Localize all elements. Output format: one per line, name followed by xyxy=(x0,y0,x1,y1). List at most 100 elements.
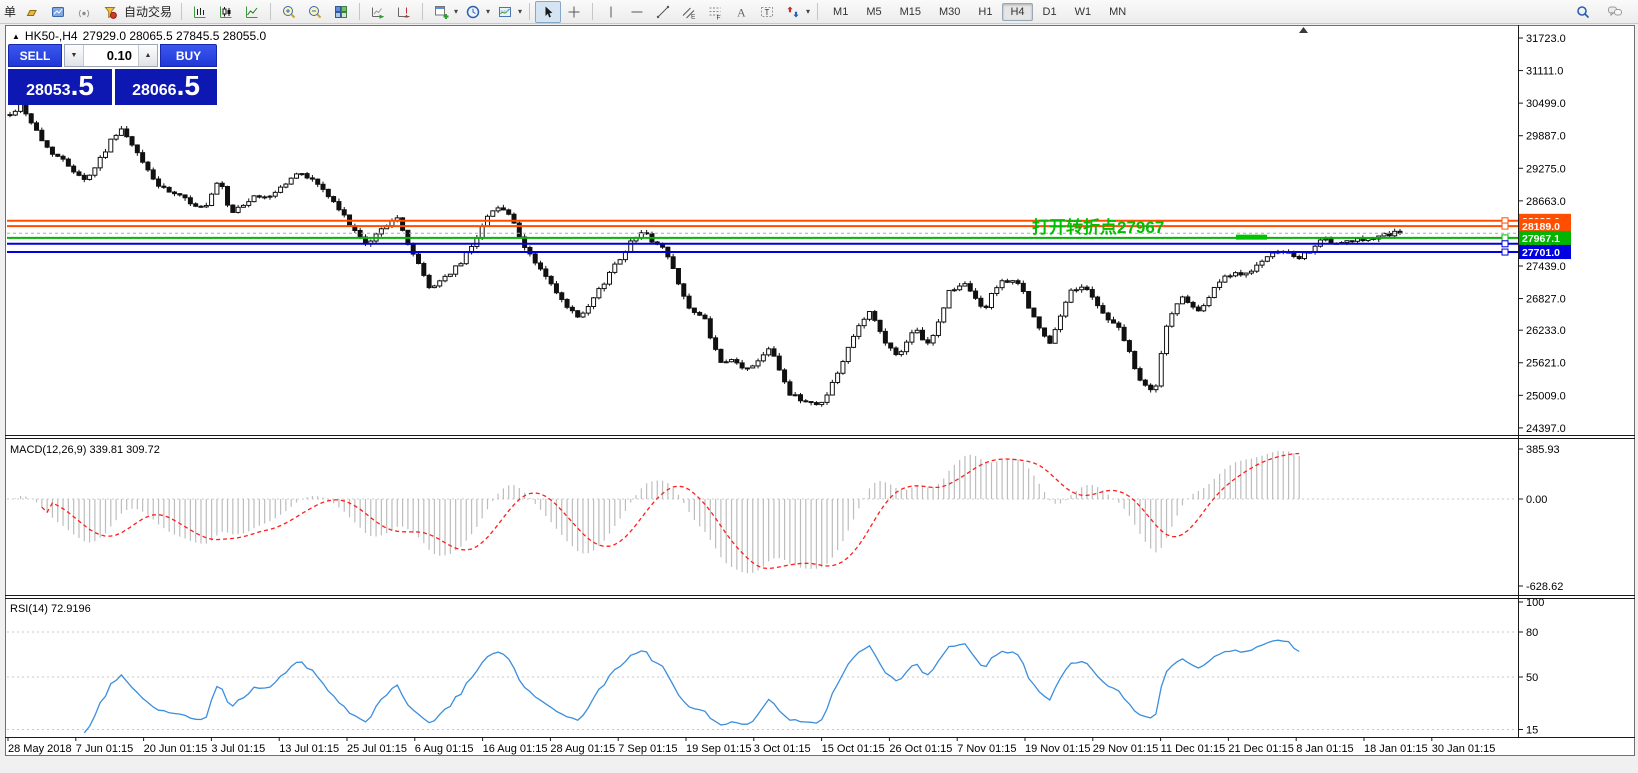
timeframe-m1-button[interactable]: M1 xyxy=(825,3,856,21)
line-handle[interactable] xyxy=(1502,241,1508,247)
horizontal-line-button[interactable] xyxy=(624,1,650,23)
candle-body xyxy=(698,312,702,315)
volume-decrease-button[interactable]: ▼ xyxy=(65,45,84,66)
timeframe-h4-button[interactable]: H4 xyxy=(1002,3,1032,21)
candle-body xyxy=(443,276,447,280)
search-button[interactable] xyxy=(1570,1,1596,23)
time-tick-label[interactable]: 26 Oct 01:15 xyxy=(889,743,952,755)
fibonacci-button[interactable]: F xyxy=(702,1,728,23)
timeframe-d1-button[interactable]: D1 xyxy=(1035,3,1065,21)
sell-price-display[interactable]: 28053 .5 xyxy=(8,69,112,105)
time-tick-label[interactable]: 18 Jan 01:15 xyxy=(1364,743,1428,755)
line-handle[interactable] xyxy=(1502,249,1508,255)
chart-window-button[interactable] xyxy=(45,1,71,23)
arrows-button[interactable] xyxy=(780,1,806,23)
auto-scroll-button[interactable] xyxy=(365,1,391,23)
time-tick-label[interactable]: 21 Dec 01:15 xyxy=(1228,743,1293,755)
candle-body xyxy=(1271,253,1275,257)
toolbar-separator xyxy=(359,3,360,20)
candle-body xyxy=(602,284,606,288)
periods-clock-button[interactable] xyxy=(460,1,486,23)
line-chart-button[interactable] xyxy=(239,1,265,23)
candlestick-button[interactable] xyxy=(213,1,239,23)
time-tick-label[interactable]: 8 Jan 01:15 xyxy=(1296,743,1354,755)
candle-body xyxy=(1255,265,1259,271)
candle-body xyxy=(332,197,336,202)
time-tick-label[interactable]: 13 Jul 01:15 xyxy=(279,743,339,755)
text-label-button[interactable]: T xyxy=(754,1,780,23)
volume-value[interactable]: 0.10 xyxy=(84,45,138,66)
equidistant-channel-button[interactable]: E xyxy=(676,1,702,23)
vertical-line-button[interactable] xyxy=(598,1,624,23)
time-tick-label[interactable]: 7 Jun 01:15 xyxy=(76,743,134,755)
candle-body xyxy=(45,141,49,147)
timeframe-w1-button[interactable]: W1 xyxy=(1067,3,1100,21)
timeframe-mn-button[interactable]: MN xyxy=(1101,3,1134,21)
trend-line-button[interactable] xyxy=(650,1,676,23)
autotrade-funnel-button[interactable] xyxy=(97,1,123,23)
bar-chart-button[interactable] xyxy=(187,1,213,23)
crosshair-button[interactable] xyxy=(561,1,587,23)
sell-button[interactable]: SELL xyxy=(8,44,62,67)
new-order-label[interactable]: 单 xyxy=(4,3,16,20)
dropdown-caret-icon[interactable]: ▾ xyxy=(804,7,812,16)
chart-shift-button[interactable] xyxy=(391,1,417,23)
time-tick-label[interactable]: 7 Nov 01:15 xyxy=(957,743,1016,755)
templates-button[interactable] xyxy=(492,1,518,23)
time-tick-label[interactable]: 15 Oct 01:15 xyxy=(822,743,885,755)
time-tick-label[interactable]: 7 Sep 01:15 xyxy=(618,743,677,755)
candle-body xyxy=(401,218,405,230)
zoom-out-button[interactable] xyxy=(302,1,328,23)
volume-increase-button[interactable]: ▲ xyxy=(138,45,157,66)
line-handle[interactable] xyxy=(1502,235,1508,241)
zoom-in-button[interactable] xyxy=(276,1,302,23)
line-handle[interactable] xyxy=(1502,223,1508,229)
time-tick-label[interactable]: 28 May 2018 xyxy=(8,743,72,755)
timeframe-m15-button[interactable]: M15 xyxy=(892,3,929,21)
sell-price-fraction: .5 xyxy=(71,69,94,103)
ohlc-values: 27929.0 28065.5 27845.5 28055.0 xyxy=(83,29,267,43)
time-tick-label[interactable]: 19 Nov 01:15 xyxy=(1025,743,1090,755)
candle-body xyxy=(66,159,70,166)
buy-button[interactable]: BUY xyxy=(160,44,217,67)
time-tick-label[interactable]: 29 Nov 01:15 xyxy=(1093,743,1158,755)
time-tick-label[interactable]: 11 Dec 01:15 xyxy=(1161,743,1226,755)
candle-body xyxy=(883,331,887,343)
time-tick-label[interactable]: 19 Sep 01:15 xyxy=(686,743,751,755)
text-button[interactable]: A xyxy=(728,1,754,23)
candle-body xyxy=(1297,257,1301,259)
autotrade-label[interactable]: 自动交易 xyxy=(124,3,172,20)
time-tick-label[interactable]: 20 Jun 01:15 xyxy=(144,743,208,755)
timeframe-m30-button[interactable]: M30 xyxy=(931,3,968,21)
tile-windows-button[interactable] xyxy=(328,1,354,23)
candle-body xyxy=(310,178,314,179)
signal-button[interactable] xyxy=(71,1,97,23)
timeframe-m5-button[interactable]: M5 xyxy=(858,3,889,21)
timeframe-h1-button[interactable]: H1 xyxy=(970,3,1000,21)
time-tick-label[interactable]: 3 Jul 01:15 xyxy=(211,743,265,755)
candle-body xyxy=(809,402,813,403)
cursor-button[interactable] xyxy=(535,1,561,23)
chart-area[interactable]: 打开转折点2796731723.031111.030499.029887.029… xyxy=(0,0,1638,773)
time-tick-label[interactable]: 30 Jan 01:15 xyxy=(1432,743,1496,755)
dropdown-caret-icon[interactable]: ▾ xyxy=(516,7,524,16)
one-click-trading-panel: SELL ▼ 0.10 ▲ BUY 28053 .5 28066 .5 xyxy=(8,44,217,105)
sell-price-main: 28053 xyxy=(26,73,71,109)
time-tick-label[interactable]: 3 Oct 01:15 xyxy=(754,743,811,755)
time-tick-label[interactable]: 25 Jul 01:15 xyxy=(347,743,407,755)
candle-body xyxy=(300,174,304,175)
new-chart-button[interactable] xyxy=(428,1,454,23)
gold-ingot-button[interactable] xyxy=(19,1,45,23)
dropdown-caret-icon[interactable]: ▾ xyxy=(484,7,492,16)
buy-price-display[interactable]: 28066 .5 xyxy=(115,69,217,105)
collapse-marker-icon[interactable]: ▲ xyxy=(12,32,20,41)
candle-body xyxy=(480,226,484,238)
dropdown-caret-icon[interactable]: ▾ xyxy=(452,7,460,16)
candle-body xyxy=(61,156,65,159)
chat-button[interactable] xyxy=(1602,1,1628,23)
price-tick-label: 31111.0 xyxy=(1526,66,1563,78)
time-tick-label[interactable]: 6 Aug 01:15 xyxy=(415,743,474,755)
time-tick-label[interactable]: 16 Aug 01:15 xyxy=(483,743,548,755)
time-tick-label[interactable]: 28 Aug 01:15 xyxy=(550,743,615,755)
green-line-segment[interactable] xyxy=(1236,235,1267,240)
